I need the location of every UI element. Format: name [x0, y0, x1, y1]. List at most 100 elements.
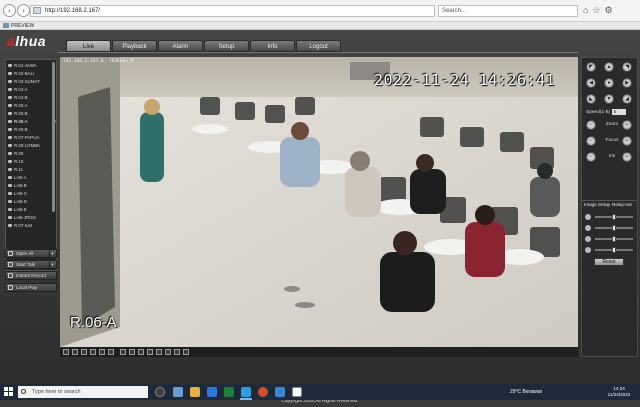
camera-item[interactable]: R.06-B	[8, 126, 28, 134]
camera-item[interactable]: LAB-JRGN	[8, 214, 36, 222]
camera-list-scrollbar[interactable]	[52, 62, 55, 212]
ptz-down-right-icon[interactable]: ◢	[622, 94, 632, 104]
ptz-up-icon[interactable]: ▲	[604, 62, 614, 72]
edge-icon[interactable]	[275, 387, 285, 397]
excel-icon[interactable]	[224, 387, 234, 397]
camera-item[interactable]: LAB-C	[8, 190, 27, 198]
browser-tab[interactable]: PREVIEW	[2, 22, 34, 30]
address-bar[interactable]: http://192.168.2.167/	[30, 5, 435, 17]
slider-track[interactable]	[595, 214, 633, 220]
zoom-out-icon[interactable]: −	[586, 120, 596, 130]
contrast-slider[interactable]	[585, 225, 635, 231]
slider-knob[interactable]	[612, 236, 616, 242]
focus-near-icon[interactable]: −	[586, 136, 596, 146]
file-explorer-icon[interactable]	[173, 387, 183, 397]
snapshot-icon[interactable]	[129, 349, 135, 355]
camera-item[interactable]: R.07-PAPUA	[8, 134, 39, 142]
slider-track[interactable]	[595, 225, 633, 231]
camera-item[interactable]: R.07-ILM	[8, 222, 32, 230]
nav-playback[interactable]: Playback	[112, 40, 157, 52]
tab-image-setup[interactable]: Image Setup	[584, 202, 610, 207]
speed-select[interactable]: 5	[612, 109, 626, 115]
record-icon[interactable]	[138, 349, 144, 355]
audio-icon[interactable]	[147, 349, 153, 355]
settings-icon[interactable]: ⚙	[605, 5, 617, 15]
prev-page-icon[interactable]	[174, 349, 180, 355]
camera-item[interactable]: R.03-SUMAT	[8, 78, 40, 86]
ptz-center-icon[interactable]: ●	[604, 78, 614, 88]
internet-explorer-icon[interactable]	[241, 387, 251, 397]
notepad-icon[interactable]	[292, 387, 302, 397]
slider-knob[interactable]	[612, 247, 616, 253]
ptz-left-icon[interactable]: ◀	[586, 78, 596, 88]
start-talk-button[interactable]: Start Talk ▼	[5, 260, 57, 269]
chevron-down-icon[interactable]: ▼	[49, 261, 55, 268]
slider-knob[interactable]	[612, 214, 616, 220]
focus-far-icon[interactable]: +	[622, 136, 632, 146]
taskbar-search-input[interactable]: Type here to search	[18, 386, 148, 398]
ptz-down-icon[interactable]: ▼	[604, 94, 614, 104]
weather-widget[interactable]: 29°C Berawan	[510, 389, 542, 395]
nav-alarm[interactable]: Alarm	[158, 40, 203, 52]
camera-item[interactable]: LAB-B	[8, 182, 27, 190]
iris-open-icon[interactable]: +	[622, 152, 632, 162]
camera-item[interactable]: R.01-JAWA	[8, 62, 37, 70]
ptz-up-left-icon[interactable]: ◤	[586, 62, 596, 72]
nav-info[interactable]: Info	[250, 40, 295, 52]
favorites-icon[interactable]: ☆	[592, 5, 604, 15]
camera-item[interactable]: R.08-LOMBK	[8, 142, 40, 150]
instant-record-button[interactable]: Instant Record	[5, 271, 57, 280]
ptz-up-right-icon[interactable]: ◥	[622, 62, 632, 72]
layout-4-icon[interactable]	[72, 349, 78, 355]
camera-item[interactable]: R.02-BALI	[8, 70, 34, 78]
camera-item[interactable]: R.04-B	[8, 94, 28, 102]
layout-16-icon[interactable]	[90, 349, 96, 355]
layout-9-icon[interactable]	[81, 349, 87, 355]
browser-search-input[interactable]: Search...	[438, 5, 578, 17]
slider-knob[interactable]	[612, 225, 616, 231]
camera-item[interactable]: LAB-D	[8, 198, 27, 206]
back-icon[interactable]: ‹	[3, 4, 16, 17]
tab-relay-out[interactable]: Relay-out	[612, 202, 632, 207]
zoom-in-icon[interactable]: +	[622, 120, 632, 130]
camera-item[interactable]: R.05-A	[8, 102, 28, 110]
mail-icon[interactable]	[207, 387, 217, 397]
slider-track[interactable]	[595, 236, 633, 242]
folder-icon[interactable]	[190, 387, 200, 397]
layout-36-icon[interactable]	[108, 349, 114, 355]
live-video-feed[interactable]: 192.168.2.167_0_ 785Kbps_M 2022-11-24 14…	[60, 57, 578, 347]
hue-slider[interactable]	[585, 247, 635, 253]
zoom-icon[interactable]	[156, 349, 162, 355]
nav-logout[interactable]: Logout	[296, 40, 341, 52]
close-video-icon[interactable]	[165, 349, 171, 355]
slider-track[interactable]	[595, 247, 633, 253]
forward-icon[interactable]: ›	[17, 4, 30, 17]
camera-item[interactable]: R.04-A	[8, 86, 28, 94]
camera-item[interactable]: R.05-B	[8, 110, 28, 118]
camera-item[interactable]: LAB-A	[8, 174, 27, 182]
camera-item[interactable]: R.11	[8, 166, 23, 174]
camera-item[interactable]: R.10	[8, 158, 23, 166]
reset-button[interactable]: Reset	[594, 258, 624, 266]
saturation-slider[interactable]	[585, 236, 635, 242]
local-play-button[interactable]: Local Play	[5, 283, 57, 292]
ptz-down-left-icon[interactable]: ◣	[586, 94, 596, 104]
brightness-slider[interactable]	[585, 214, 635, 220]
iris-close-icon[interactable]: −	[586, 152, 596, 162]
fullscreen-icon[interactable]	[120, 349, 126, 355]
taskbar-clock[interactable]: 14:26 11/24/2022	[605, 386, 633, 397]
chrome-icon[interactable]	[258, 387, 268, 397]
layout-25-icon[interactable]	[99, 349, 105, 355]
chevron-down-icon[interactable]: ▼	[49, 250, 55, 257]
next-page-icon[interactable]	[183, 349, 189, 355]
windows-start-icon[interactable]	[4, 387, 14, 397]
open-all-button[interactable]: Open All ▼	[5, 249, 57, 258]
camera-item[interactable]: LAB-E	[8, 206, 27, 214]
camera-item[interactable]: R.09	[8, 150, 23, 158]
ptz-right-icon[interactable]: ▶	[622, 78, 632, 88]
layout-1-icon[interactable]	[63, 349, 69, 355]
nav-live[interactable]: Live	[66, 40, 111, 52]
task-view-icon[interactable]	[155, 387, 165, 397]
nav-setup[interactable]: Setup	[204, 40, 249, 52]
camera-item-active[interactable]: R.06-AM	[8, 118, 56, 126]
